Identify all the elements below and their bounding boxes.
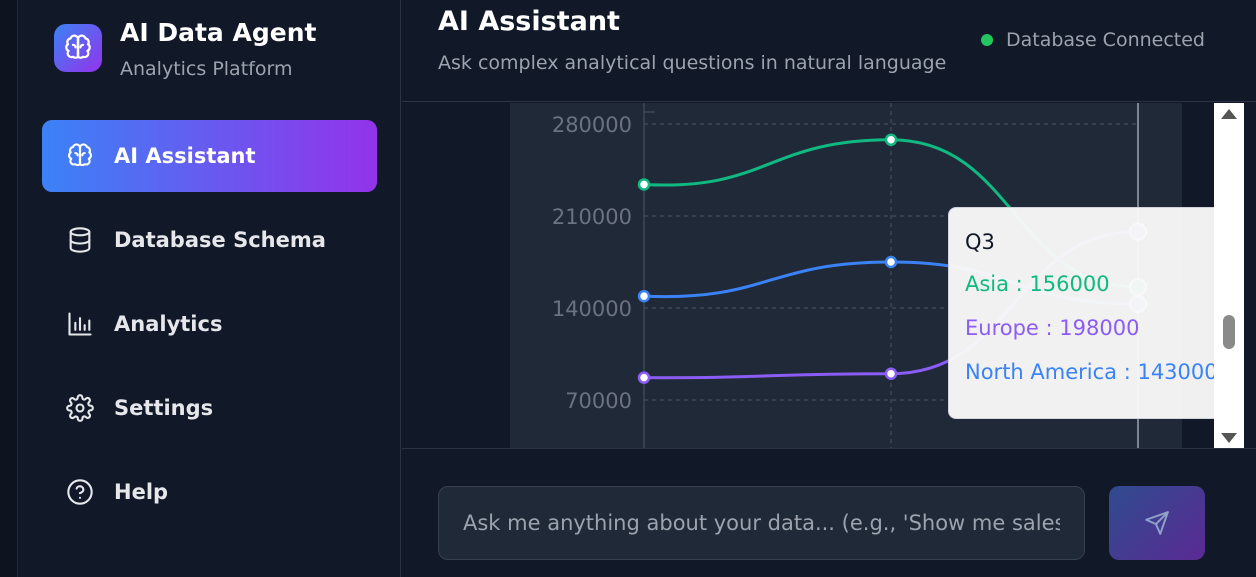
tooltip-row-north-america: North America : 143000 [965, 360, 1218, 384]
brain-icon [68, 143, 92, 167]
database-icon [69, 227, 91, 253]
page-subtitle: Ask complex analytical questions in natu… [438, 52, 947, 74]
data-point-europe [637, 371, 651, 384]
sidebar-item-ai-assistant[interactable]: AI Assistant [42, 120, 377, 192]
sidebar-item-label: Analytics [114, 312, 223, 336]
brand-logo [54, 24, 102, 72]
sidebar-item-label: Database Schema [114, 228, 326, 252]
send-button[interactable] [1109, 486, 1205, 560]
app-window: AI Data Agent Analytics Platform AI Assi… [0, 0, 1256, 577]
page-title: AI Assistant [438, 6, 620, 37]
data-point-north-america [884, 255, 898, 269]
brand-subtitle: Analytics Platform [120, 58, 293, 80]
page-header: AI Assistant Ask complex analytical ques… [402, 0, 1256, 102]
scroll-down-arrow-icon[interactable] [1221, 433, 1237, 443]
connection-status: Database Connected [980, 29, 1205, 51]
chat-messages[interactable]: 280000 210000 140000 70000 Q3 Asia : 156000… [402, 103, 1256, 449]
y-tick-label: 280000 [552, 113, 632, 137]
data-point-asia [884, 133, 898, 147]
sidebar-item-settings[interactable]: Settings [42, 372, 377, 444]
sidebar-item-label: AI Assistant [114, 144, 256, 168]
send-icon [1145, 511, 1169, 535]
chat-scrollbar[interactable] [1214, 103, 1244, 448]
y-tick-label: 140000 [552, 297, 632, 321]
brain-icon [65, 34, 91, 59]
scroll-up-arrow-icon[interactable] [1221, 109, 1237, 119]
scrollbar-thumb[interactable] [1223, 315, 1235, 349]
data-point-asia [637, 178, 651, 191]
tooltip-row-asia: Asia : 156000 [965, 272, 1110, 296]
sidebar-item-label: Help [114, 480, 169, 504]
sidebar-item-analytics[interactable]: Analytics [42, 288, 377, 360]
status-dot-icon [980, 34, 993, 46]
chart-card: 280000 210000 140000 70000 Q3 Asia : 156000… [510, 103, 1232, 448]
sidebar-item-help[interactable]: Help [42, 456, 377, 528]
chart-tooltip: Q3 Asia : 156000 Europe : 198000 North A… [948, 207, 1232, 419]
sidebar: AI Data Agent Analytics Platform AI Assi… [18, 0, 401, 577]
chat-input[interactable] [439, 487, 1084, 559]
chat-input-container [438, 486, 1085, 560]
tooltip-row-europe: Europe : 198000 [965, 316, 1140, 340]
data-point-north-america [637, 289, 651, 303]
main-panel: AI Assistant Ask complex analytical ques… [402, 0, 1256, 577]
window-edge [0, 0, 18, 577]
sidebar-item-database-schema[interactable]: Database Schema [42, 204, 377, 276]
data-point-europe [884, 367, 898, 380]
brand-title: AI Data Agent [120, 18, 317, 47]
tooltip-title: Q3 [965, 230, 995, 254]
help-circle-icon [67, 479, 93, 505]
status-text: Database Connected [1005, 29, 1205, 51]
bar-chart-icon [68, 312, 92, 336]
y-tick-label: 210000 [552, 205, 632, 229]
gear-icon [66, 394, 94, 422]
y-tick-label: 70000 [565, 389, 632, 413]
sidebar-item-label: Settings [114, 396, 214, 420]
